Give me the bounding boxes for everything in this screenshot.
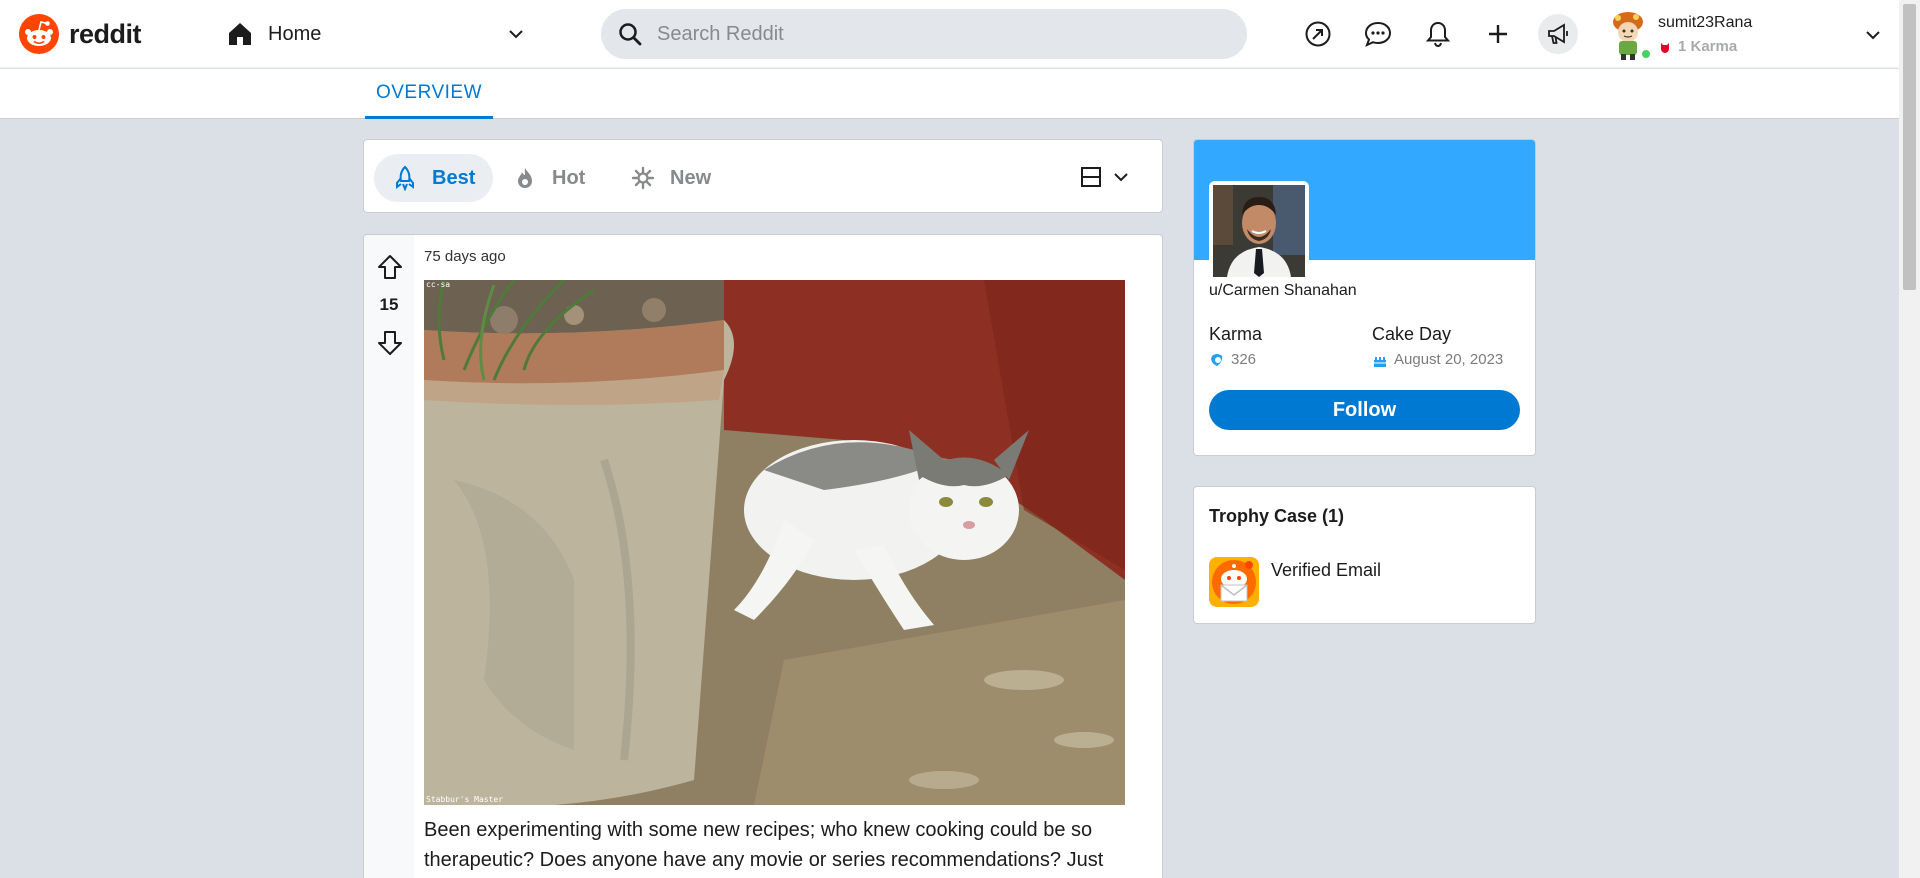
trophy-case-title: Trophy Case (1) — [1209, 506, 1345, 526]
popular-button[interactable] — [1298, 14, 1338, 54]
profile-tab-bar: OVERVIEW — [0, 69, 1899, 119]
header-username: sumit23Rana — [1658, 14, 1753, 31]
sort-hot-label: Hot — [552, 166, 586, 189]
sort-bar: Best Hot New — [363, 139, 1163, 213]
advertise-button[interactable] — [1538, 14, 1578, 54]
search-input[interactable] — [657, 22, 1217, 46]
header-karma: 1 Karma — [1658, 38, 1737, 55]
profile-username: u/Carmen Shanahan — [1209, 282, 1357, 299]
notification-bell-icon — [1425, 21, 1451, 48]
sort-new-label: New — [670, 166, 712, 189]
post-image[interactable]: cc-sa Stabbur's Master — [424, 280, 1125, 805]
profile-card: u/Carmen Shanahan Karma 326 Cake Day Aug… — [1193, 139, 1536, 456]
profile-avatar — [1213, 185, 1305, 277]
karma-value: 326 — [1209, 351, 1256, 368]
flame-icon — [518, 168, 532, 188]
home-icon — [229, 23, 251, 45]
post-body: Been experimenting with some new recipes… — [424, 819, 1104, 871]
online-status-dot — [1640, 48, 1652, 60]
karma-icon — [1211, 353, 1223, 366]
card-layout-icon — [1081, 167, 1101, 187]
trophy-name: Verified Email — [1271, 560, 1382, 580]
profile-avatar-frame — [1209, 181, 1309, 281]
create-post-icon — [1489, 25, 1507, 43]
tab-overview[interactable]: OVERVIEW — [365, 69, 493, 119]
home-label: Home — [268, 22, 322, 45]
karma-icon — [1661, 42, 1669, 53]
top-header: reddit Home Search Reddit sumit23Rana 1 … — [0, 0, 1899, 68]
scrollbar-thumb[interactable] — [1903, 4, 1916, 290]
user-menu[interactable]: sumit23Rana 1 Karma — [1604, 6, 1884, 62]
trophy-case: Trophy Case (1) Verified Email — [1193, 486, 1536, 624]
chevron-down-icon — [1866, 31, 1880, 40]
verified-email-trophy-icon — [1209, 557, 1259, 607]
chevron-down-icon — [509, 30, 523, 39]
post-card[interactable]: 15 75 days ago cc-sa Stabbur's Master Be… — [363, 234, 1163, 878]
cakeday-label: Cake Day — [1372, 324, 1452, 344]
chat-button[interactable] — [1358, 14, 1398, 54]
karma-value-text: 326 — [1231, 351, 1257, 368]
chat-icon — [1364, 21, 1392, 47]
cakeday-value: August 20, 2023 — [1372, 351, 1503, 368]
karma-label: Karma — [1209, 324, 1263, 344]
sparkle-icon — [631, 166, 655, 190]
sort-new-button[interactable]: New — [612, 154, 729, 202]
vote-column: 15 — [364, 235, 414, 878]
popular-icon — [1305, 21, 1331, 47]
sort-best-label: Best — [432, 166, 476, 189]
rocket-icon — [396, 165, 414, 191]
advertise-icon — [1548, 23, 1568, 44]
image-caption-bottom: Stabbur's Master — [426, 795, 503, 804]
reddit-wordmark: reddit — [69, 18, 142, 49]
follow-button[interactable]: Follow — [1209, 390, 1520, 430]
header-karma-text: 1 Karma — [1678, 38, 1738, 55]
reddit-logo-icon — [19, 14, 59, 54]
search-icon — [619, 23, 642, 46]
upvote-arrow-icon[interactable] — [376, 253, 404, 281]
post-score: 15 — [379, 295, 399, 314]
notifications-button[interactable] — [1418, 14, 1458, 54]
home-dropdown[interactable]: Home — [226, 16, 526, 52]
image-caption-top: cc-sa — [426, 280, 450, 289]
post-timestamp: 75 days ago — [424, 248, 506, 265]
sort-best-button[interactable]: Best — [374, 154, 494, 202]
search-bar — [601, 9, 1247, 59]
view-layout-dropdown[interactable] — [1078, 164, 1134, 190]
downvote-arrow-icon[interactable] — [376, 329, 404, 357]
sort-hot-button[interactable]: Hot — [494, 154, 603, 202]
cake-icon — [1374, 356, 1386, 367]
page-scrollbar[interactable] — [1899, 0, 1920, 878]
chevron-down-icon — [1114, 173, 1128, 182]
cakeday-value-text: August 20, 2023 — [1394, 351, 1504, 368]
reddit-logo[interactable]: reddit — [19, 14, 142, 54]
create-post-button[interactable] — [1478, 14, 1518, 54]
